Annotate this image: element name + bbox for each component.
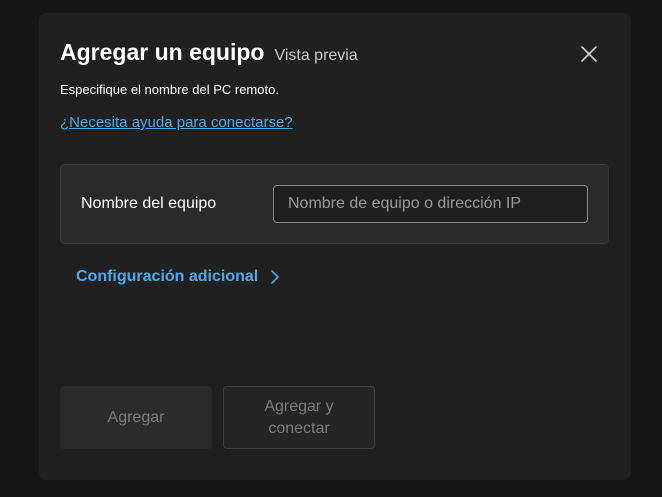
preview-badge: Vista previa: [274, 47, 358, 64]
dialog-subtitle: Especifique el nombre del PC remoto.: [60, 82, 279, 97]
dialog-title: Agregar un equipo: [60, 39, 265, 65]
pc-name-card: Nombre del equipo: [60, 164, 609, 244]
help-link[interactable]: ¿Necesita ayuda para conectarse?: [60, 114, 293, 131]
close-icon: [581, 46, 597, 62]
close-button[interactable]: [575, 40, 603, 68]
additional-config-link[interactable]: Configuración adicional: [76, 268, 280, 286]
add-button[interactable]: Agregar: [60, 386, 212, 449]
pc-name-label: Nombre del equipo: [81, 195, 217, 212]
chevron-right-icon: [270, 269, 280, 285]
add-pc-dialog: Agregar un equipo Vista previa Especifiq…: [39, 13, 631, 480]
additional-config-label: Configuración adicional: [76, 268, 259, 285]
pc-name-input[interactable]: [273, 185, 588, 223]
add-and-connect-button[interactable]: Agregar y conectar: [223, 386, 375, 449]
dialog-header: Agregar un equipo Vista previa: [60, 39, 358, 66]
